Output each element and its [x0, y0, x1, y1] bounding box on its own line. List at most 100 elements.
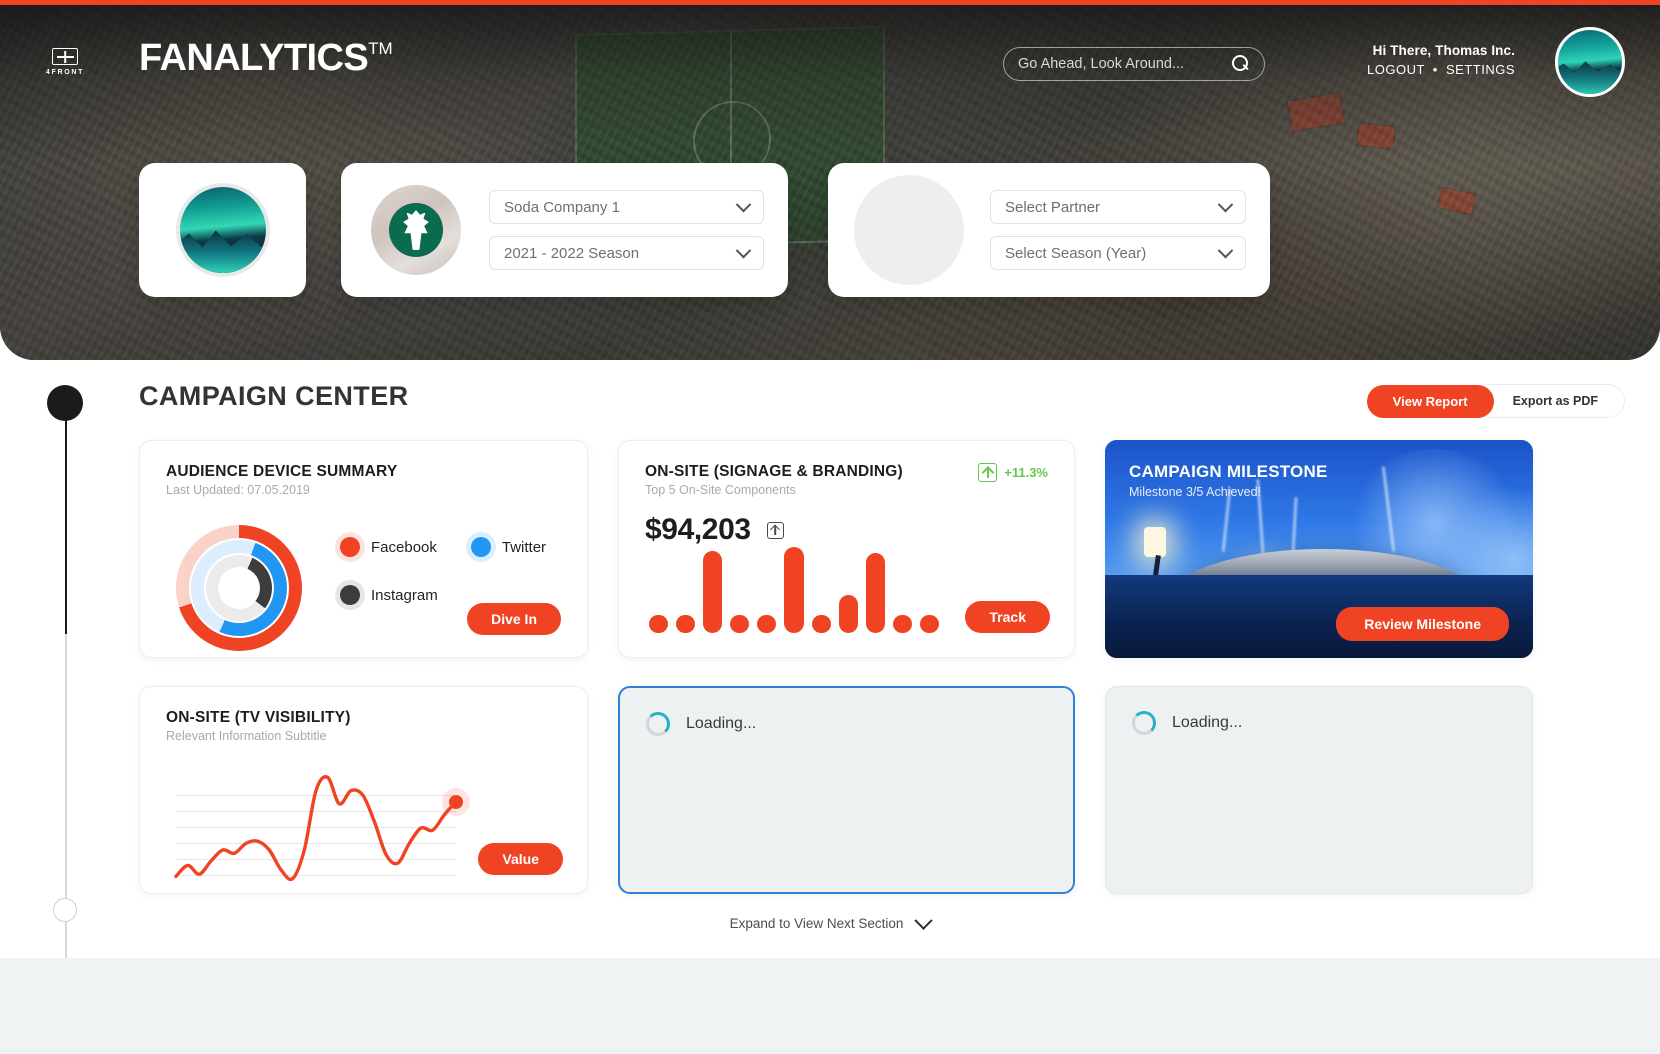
link-separator: • — [1432, 62, 1438, 77]
legend-dot-facebook-icon — [340, 537, 360, 557]
milestone-title: CAMPAIGN MILESTONE — [1129, 462, 1328, 481]
brand-name: FANALYTICS — [139, 37, 369, 79]
starbucks-logo-image — [371, 185, 461, 275]
milestone-floodlight — [1143, 527, 1166, 558]
user-account-block: Hi There, Thomas Inc. LOGOUT • SETTINGS — [1367, 43, 1515, 77]
partner-logo-placeholder — [854, 175, 964, 285]
export-pdf-button[interactable]: Export as PDF — [1471, 384, 1625, 418]
loading-card-2[interactable]: Loading... — [1105, 686, 1533, 894]
chevron-down-icon — [914, 911, 934, 930]
footer-strip — [0, 958, 1660, 1054]
tv-card-subtitle: Relevant Information Subtitle — [166, 729, 327, 743]
partner-season-select-value: Select Season (Year) — [1005, 244, 1147, 262]
chevron-down-icon — [1217, 196, 1234, 212]
tv-line-chart — [174, 773, 463, 883]
fourfront-wordmark: 4FRONT — [45, 69, 85, 76]
rail-node-active[interactable] — [47, 385, 83, 421]
search-input[interactable] — [1018, 56, 1232, 72]
bar-11 — [919, 615, 940, 633]
partner-season-select[interactable]: Select Season (Year) — [990, 236, 1246, 270]
cards-grid: AUDIENCE DEVICE SUMMARY Last Updated: 07… — [139, 440, 1625, 894]
tv-card-header: ON-SITE (TV VISIBILITY) Relevant Informa… — [140, 687, 587, 743]
audience-device-summary-card: AUDIENCE DEVICE SUMMARY Last Updated: 07… — [139, 440, 588, 658]
bar-5 — [757, 615, 777, 633]
legend-item-instagram[interactable]: Instagram — [340, 585, 438, 605]
legend-dot-instagram-icon — [340, 585, 360, 605]
brand-trademark: TM — [368, 39, 393, 58]
avatar[interactable] — [1555, 27, 1625, 97]
club-logo-image — [175, 183, 270, 277]
dive-in-button[interactable]: Dive In — [467, 603, 561, 635]
app-brand-title: FANALYTICS TM — [139, 37, 393, 80]
loading-2-inner: Loading... — [1106, 687, 1532, 759]
legend-label-twitter: Twitter — [501, 538, 547, 556]
company-select-value: Soda Company 1 — [504, 198, 620, 216]
fourfront-logo-icon[interactable]: 4FRONT — [45, 48, 85, 84]
search-icon[interactable] — [1232, 55, 1250, 73]
loading-card-1[interactable]: Loading... — [618, 686, 1075, 894]
bar-6 — [784, 547, 804, 633]
app-header: 4FRONT FANALYTICS TM Hi There, Thomas In… — [0, 0, 1660, 128]
brand-selector-card: Soda Company 1 2021 - 2022 Season — [341, 163, 788, 297]
settings-link[interactable]: SETTINGS — [1446, 62, 1515, 77]
value-button[interactable]: Value — [478, 843, 563, 875]
signage-delta-badge: +11.3% — [978, 463, 1048, 482]
milestone-text-block: CAMPAIGN MILESTONE Milestone 3/5 Achieve… — [1129, 462, 1327, 499]
user-links: LOGOUT • SETTINGS — [1367, 62, 1515, 77]
logout-link[interactable]: LOGOUT — [1367, 62, 1425, 77]
arrow-up-icon — [978, 463, 998, 482]
partner-fields: Select Partner Select Season (Year) — [990, 190, 1270, 270]
season-select[interactable]: 2021 - 2022 Season — [489, 236, 764, 270]
main-content: CAMPAIGN CENTER View Report Export as PD… — [0, 360, 1660, 1054]
review-milestone-button[interactable]: Review Milestone — [1336, 607, 1509, 641]
signage-card-subtitle: Top 5 On-Site Components — [645, 483, 796, 497]
audience-card-header: AUDIENCE DEVICE SUMMARY Last Updated: 07… — [140, 441, 587, 497]
campaign-milestone-card[interactable]: CAMPAIGN MILESTONE Milestone 3/5 Achieve… — [1105, 440, 1533, 658]
tv-end-marker — [449, 794, 463, 809]
view-report-button[interactable]: View Report — [1366, 384, 1494, 418]
donut-ring-instagram — [206, 555, 272, 621]
legend-row-2: Instagram — [340, 585, 570, 605]
user-greeting: Hi There, Thomas Inc. — [1372, 43, 1515, 58]
partner-select-value: Select Partner — [1005, 198, 1101, 216]
legend-row-1: Facebook Twitter — [340, 537, 570, 557]
loading-1-label: Loading... — [686, 715, 757, 732]
bar-8 — [838, 595, 858, 633]
chevron-down-icon — [735, 242, 752, 258]
bar-2 — [676, 615, 696, 633]
legend-label-facebook: Facebook — [371, 538, 437, 556]
search-bar[interactable] — [1003, 47, 1265, 81]
company-select[interactable]: Soda Company 1 — [489, 190, 764, 224]
selector-row: Soda Company 1 2021 - 2022 Season Select… — [0, 163, 1660, 298]
legend-item-twitter[interactable]: Twitter — [470, 537, 547, 557]
track-button[interactable]: Track — [965, 601, 1050, 633]
rail-line-active — [65, 399, 67, 634]
bar-4 — [730, 615, 750, 633]
legend-item-facebook[interactable]: Facebook — [340, 537, 437, 557]
bar-3 — [703, 551, 723, 633]
expand-label: Expand to View Next Section — [729, 916, 904, 931]
cards-row-1: AUDIENCE DEVICE SUMMARY Last Updated: 07… — [139, 440, 1625, 658]
signage-delta-value: +11.3% — [1004, 465, 1048, 480]
loading-2-label: Loading... — [1172, 714, 1243, 731]
tv-line-path — [174, 775, 458, 882]
chevron-down-icon — [1217, 242, 1234, 258]
brand-fields: Soda Company 1 2021 - 2022 Season — [489, 190, 788, 270]
page-actions: View Report Export as PDF — [1366, 384, 1625, 418]
bar-9 — [865, 553, 885, 633]
bar-10 — [892, 615, 912, 633]
club-card[interactable] — [139, 163, 306, 297]
partner-select[interactable]: Select Partner — [990, 190, 1246, 224]
expand-next-section[interactable]: Expand to View Next Section — [0, 911, 1660, 931]
onsite-signage-card: ON-SITE (SIGNAGE & BRANDING) Top 5 On-Si… — [618, 440, 1075, 658]
legend-label-instagram: Instagram — [371, 586, 438, 604]
tv-card-title: ON-SITE (TV VISIBILITY) — [166, 709, 351, 726]
audience-card-title: AUDIENCE DEVICE SUMMARY — [166, 463, 398, 480]
page-title: CAMPAIGN CENTER — [139, 381, 409, 411]
bar-1 — [649, 615, 669, 633]
signage-bar-chart — [649, 533, 940, 633]
bar-7 — [811, 615, 831, 633]
audience-card-subtitle: Last Updated: 07.05.2019 — [166, 483, 310, 497]
season-select-value: 2021 - 2022 Season — [504, 244, 640, 262]
starbucks-siren-icon — [389, 203, 443, 257]
